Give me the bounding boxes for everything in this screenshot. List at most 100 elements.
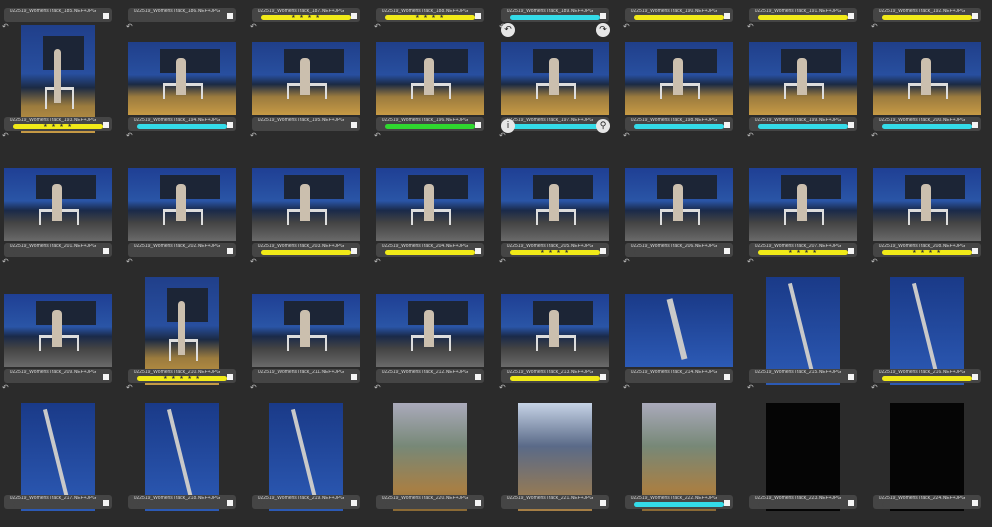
- color-label-bar: [385, 376, 475, 381]
- color-label-bar: [510, 376, 600, 381]
- rotate-indicator-icon: ↶: [747, 257, 754, 266]
- select-checkbox[interactable]: [848, 374, 854, 380]
- color-label-bar: [13, 502, 103, 507]
- thumbnail-caption: 022519_WomensTrack_203.NEF+JPG: [252, 243, 360, 257]
- filename-label: 022519_WomensTrack_218.NEF+JPG: [133, 496, 221, 501]
- select-checkbox[interactable]: [724, 500, 730, 506]
- photo-thumbnail[interactable]: [4, 168, 112, 241]
- photo-thumbnail[interactable]: [625, 168, 733, 241]
- thumbnail-cell[interactable]: 022519_WomensTrack_224.NEF+JPG ↶: [869, 0, 992, 511]
- thumbnail-caption: 022519_WomensTrack_201.NEF+JPG: [4, 243, 112, 257]
- select-checkbox[interactable]: [972, 374, 978, 380]
- rotate-right-icon[interactable]: ↷: [596, 23, 610, 37]
- select-checkbox[interactable]: [600, 374, 606, 380]
- thumbnail-cell[interactable]: 022519_WomensTrack_220.NEF+JPG ↶: [372, 0, 496, 511]
- select-checkbox[interactable]: [227, 248, 233, 254]
- filename-label: 022519_WomensTrack_212.NEF+JPG: [381, 370, 469, 375]
- zoom-icon[interactable]: ⚲: [596, 119, 610, 133]
- select-checkbox[interactable]: [103, 500, 109, 506]
- rotate-indicator-icon: ↶: [250, 131, 257, 140]
- color-label-bar: ★ ★ ★ ★: [758, 250, 848, 255]
- rotate-indicator-icon: ↶: [250, 383, 257, 392]
- thumbnail-caption: 022519_WomensTrack_206.NEF+JPG: [625, 243, 733, 257]
- photo-thumbnail[interactable]: [501, 168, 609, 241]
- thumbnail-caption: 022519_WomensTrack_214.NEF+JPG: [625, 369, 733, 383]
- rotate-left-icon[interactable]: ↶: [501, 23, 515, 37]
- color-label-bar: [634, 502, 724, 507]
- color-label-bar: [882, 376, 972, 381]
- select-checkbox[interactable]: [848, 500, 854, 506]
- filename-label: 022519_WomensTrack_222.NEF+JPG: [630, 496, 718, 501]
- color-label-bar: [758, 376, 848, 381]
- rotate-indicator-icon: ↶: [871, 257, 878, 266]
- filename-label: 022519_WomensTrack_219.NEF+JPG: [257, 496, 345, 501]
- select-checkbox[interactable]: [351, 374, 357, 380]
- thumbnail-cell[interactable]: 022519_WomensTrack_219.NEF+JPG ↶: [248, 0, 372, 511]
- rotate-indicator-icon: ↶: [250, 257, 257, 266]
- thumbnail-cell[interactable]: 022519_WomensTrack_221.NEF+JPG ↶: [497, 0, 621, 511]
- thumbnail-cell[interactable]: 022519_WomensTrack_217.NEF+JPG ↶: [0, 0, 124, 511]
- select-checkbox[interactable]: [103, 374, 109, 380]
- color-label-bar: [634, 250, 724, 255]
- filename-label: 022519_WomensTrack_204.NEF+JPG: [381, 244, 469, 249]
- thumbnail-caption: 022519_WomensTrack_205.NEF+JPG ★ ★ ★ ★: [501, 243, 609, 257]
- photo-thumbnail[interactable]: [252, 294, 360, 367]
- thumbnail-caption: 022519_WomensTrack_223.NEF+JPG: [749, 495, 857, 509]
- thumbnail-cell[interactable]: 022519_WomensTrack_218.NEF+JPG ↶: [124, 0, 248, 511]
- photo-thumbnail[interactable]: [376, 168, 484, 241]
- select-checkbox[interactable]: [227, 374, 233, 380]
- thumbnail-caption: 022519_WomensTrack_202.NEF+JPG: [128, 243, 236, 257]
- select-checkbox[interactable]: [600, 248, 606, 254]
- photo-thumbnail[interactable]: [4, 294, 112, 367]
- rotate-indicator-icon: ↶: [623, 257, 630, 266]
- filename-label: 022519_WomensTrack_215.NEF+JPG: [754, 370, 842, 375]
- thumbnail-caption: 022519_WomensTrack_210.NEF+JPG ★ ★ ★ ★ ★: [128, 369, 236, 383]
- photo-thumbnail[interactable]: [501, 294, 609, 367]
- thumbnail-cell[interactable]: 022519_WomensTrack_223.NEF+JPG ↶: [745, 0, 869, 511]
- rotate-indicator-icon: ↶: [871, 131, 878, 140]
- filename-label: 022519_WomensTrack_203.NEF+JPG: [257, 244, 345, 249]
- thumbnail-cell[interactable]: 022519_WomensTrack_222.NEF+JPG ↶: [621, 0, 745, 511]
- select-checkbox[interactable]: [475, 500, 481, 506]
- thumbnail-caption: 022519_WomensTrack_220.NEF+JPG: [376, 495, 484, 509]
- rotate-indicator-icon: ↶: [871, 383, 878, 392]
- thumbnail-caption: 022519_WomensTrack_208.NEF+JPG ★ ★ ★ ★: [873, 243, 981, 257]
- color-label-bar: [758, 502, 848, 507]
- photo-thumbnail[interactable]: [376, 294, 484, 367]
- rotate-indicator-icon: ↶: [623, 131, 630, 140]
- select-checkbox[interactable]: [724, 248, 730, 254]
- rotate-indicator-icon: ↶: [499, 383, 506, 392]
- rotate-indicator-icon: ↶: [374, 383, 381, 392]
- rotate-indicator-icon: ↶: [747, 383, 754, 392]
- select-checkbox[interactable]: [351, 248, 357, 254]
- filename-label: 022519_WomensTrack_217.NEF+JPG: [9, 496, 97, 501]
- select-checkbox[interactable]: [972, 500, 978, 506]
- select-checkbox[interactable]: [227, 500, 233, 506]
- photo-thumbnail[interactable]: [128, 168, 236, 241]
- select-checkbox[interactable]: [848, 248, 854, 254]
- photo-thumbnail[interactable]: [873, 168, 981, 241]
- photo-thumbnail[interactable]: [625, 294, 733, 367]
- color-label-bar: [261, 250, 351, 255]
- color-label-bar: [137, 502, 227, 507]
- rotate-indicator-icon: ↶: [2, 131, 9, 140]
- select-checkbox[interactable]: [724, 374, 730, 380]
- photo-thumbnail[interactable]: [252, 168, 360, 241]
- select-checkbox[interactable]: [475, 248, 481, 254]
- rotate-indicator-icon: ↶: [374, 257, 381, 266]
- color-label-bar: [261, 376, 351, 381]
- select-checkbox[interactable]: [351, 500, 357, 506]
- select-checkbox[interactable]: [600, 500, 606, 506]
- photo-thumbnail[interactable]: [749, 168, 857, 241]
- select-checkbox[interactable]: [475, 374, 481, 380]
- filename-label: 022519_WomensTrack_209.NEF+JPG: [9, 370, 97, 375]
- color-label-bar: [385, 250, 475, 255]
- select-checkbox[interactable]: [972, 248, 978, 254]
- info-icon[interactable]: i: [501, 119, 515, 133]
- color-label-bar: [385, 502, 475, 507]
- color-label-bar: ★ ★ ★ ★: [882, 250, 972, 255]
- select-checkbox[interactable]: [103, 248, 109, 254]
- thumbnail-caption: 022519_WomensTrack_222.NEF+JPG: [625, 495, 733, 509]
- rotate-indicator-icon: ↶: [126, 131, 133, 140]
- thumbnail-caption: 022519_WomensTrack_218.NEF+JPG: [128, 495, 236, 509]
